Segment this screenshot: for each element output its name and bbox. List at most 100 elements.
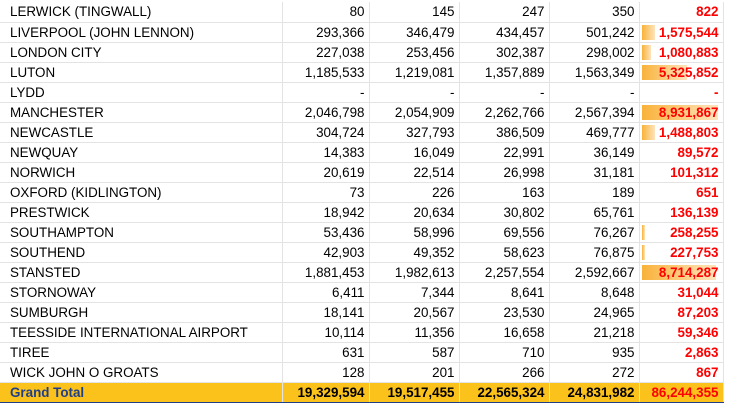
airport-name-cell[interactable]: LIVERPOOL (JOHN LENNON)	[0, 22, 283, 43]
table-row[interactable]: PRESTWICK 18,942 20,634 30,802 65,761 136,139	[0, 202, 724, 223]
value-cell-2[interactable]: 58,996	[369, 222, 460, 243]
value-cell-1[interactable]: 2,046,798	[282, 102, 370, 123]
airport-name-cell[interactable]: TIREE	[0, 342, 283, 363]
value-cell-4[interactable]: 501,242	[549, 22, 640, 43]
value-cell-1[interactable]: 1,881,453	[282, 262, 370, 283]
row-total-cell[interactable]: 89,572	[639, 142, 724, 163]
table-row[interactable]: LIVERPOOL (JOHN LENNON) 293,366 346,479 434…	[0, 22, 724, 43]
value-cell-4[interactable]: 8,648	[549, 282, 640, 303]
value-cell-2[interactable]: 7,344	[369, 282, 460, 303]
table-row[interactable]: SUMBURGH 18,141 20,567 23,530 24,965 87,203	[0, 302, 724, 323]
value-cell-1[interactable]: 10,114	[282, 322, 370, 343]
row-total-cell[interactable]: 867	[639, 362, 724, 383]
value-cell-2[interactable]: 145	[369, 2, 460, 23]
value-cell-2[interactable]: -	[369, 82, 460, 103]
value-cell-4[interactable]: 36,149	[549, 142, 640, 163]
value-cell-3[interactable]: 58,623	[459, 242, 550, 263]
value-cell-3[interactable]: -	[459, 82, 550, 103]
value-cell-3[interactable]: 8,641	[459, 282, 550, 303]
value-cell-3[interactable]: 30,802	[459, 202, 550, 223]
value-cell-2[interactable]: 22,514	[369, 162, 460, 183]
value-cell-1[interactable]: 6,411	[282, 282, 370, 303]
table-row[interactable]: SOUTHEND 42,903 49,352 58,623 76,875 227,753	[0, 242, 724, 263]
value-cell-4[interactable]: 2,592,667	[549, 262, 640, 283]
grand-total-row[interactable]: Grand Total 19,329,594 19,517,455 22,565,32…	[0, 381, 724, 403]
airport-name-cell[interactable]: OXFORD (KIDLINGTON)	[0, 182, 283, 203]
value-cell-4[interactable]: 935	[549, 342, 640, 363]
value-cell-4[interactable]: 31,181	[549, 162, 640, 183]
value-cell-1[interactable]: 42,903	[282, 242, 370, 263]
value-cell-3[interactable]: 163	[459, 182, 550, 203]
row-total-cell[interactable]: 136,139	[639, 202, 724, 223]
row-total-cell[interactable]: 101,312	[639, 162, 724, 183]
value-cell-1[interactable]: 80	[282, 2, 370, 23]
row-total-cell[interactable]: 227,753	[639, 242, 724, 263]
table-row[interactable]: TIREE 631 587 710 935 2,863	[0, 342, 724, 363]
airport-name-cell[interactable]: LONDON CITY	[0, 42, 283, 63]
value-cell-4[interactable]: -	[549, 82, 640, 103]
value-cell-3[interactable]: 1,357,889	[459, 62, 550, 83]
value-cell-2[interactable]: 226	[369, 182, 460, 203]
airport-name-cell[interactable]: TEESSIDE INTERNATIONAL AIRPORT	[0, 322, 283, 343]
table-row[interactable]: WICK JOHN O GROATS 128 201 266 272 867	[0, 362, 724, 383]
value-cell-3[interactable]: 69,556	[459, 222, 550, 243]
value-cell-2[interactable]: 11,356	[369, 322, 460, 343]
value-cell-1[interactable]: 631	[282, 342, 370, 363]
value-cell-3[interactable]: 434,457	[459, 22, 550, 43]
row-total-cell[interactable]: 31,044	[639, 282, 724, 303]
grand-total-value[interactable]: 86,244,355	[639, 381, 724, 403]
value-cell-4[interactable]: 189	[549, 182, 640, 203]
value-cell-4[interactable]: 65,761	[549, 202, 640, 223]
value-cell-1[interactable]: 227,038	[282, 42, 370, 63]
value-cell-4[interactable]: 76,267	[549, 222, 640, 243]
airport-name-cell[interactable]: SUMBURGH	[0, 302, 283, 323]
value-cell-2[interactable]: 201	[369, 362, 460, 383]
row-total-cell[interactable]: 258,255	[639, 222, 724, 243]
value-cell-2[interactable]: 20,634	[369, 202, 460, 223]
value-cell-3[interactable]: 266	[459, 362, 550, 383]
value-cell-3[interactable]: 2,262,766	[459, 102, 550, 123]
value-cell-1[interactable]: 1,185,533	[282, 62, 370, 83]
value-cell-2[interactable]: 1,982,613	[369, 262, 460, 283]
value-cell-4[interactable]: 24,831,982	[549, 381, 640, 403]
airport-name-cell[interactable]: STORNOWAY	[0, 282, 283, 303]
airport-name-cell[interactable]: SOUTHEND	[0, 242, 283, 263]
row-total-cell[interactable]: 651	[639, 182, 724, 203]
value-cell-3[interactable]: 26,998	[459, 162, 550, 183]
row-total-cell[interactable]: 1,080,883	[639, 42, 724, 63]
value-cell-2[interactable]: 20,567	[369, 302, 460, 323]
airport-name-cell[interactable]: LERWICK (TINGWALL)	[0, 2, 283, 23]
value-cell-2[interactable]: 2,054,909	[369, 102, 460, 123]
airport-name-cell[interactable]: LYDD	[0, 82, 283, 103]
table-row[interactable]: NEWCASTLE 304,724 327,793 386,509 469,777 1,4…	[0, 122, 724, 143]
value-cell-4[interactable]: 2,567,394	[549, 102, 640, 123]
grand-total-label[interactable]: Grand Total	[0, 381, 283, 403]
value-cell-4[interactable]: 469,777	[549, 122, 640, 143]
value-cell-1[interactable]: 128	[282, 362, 370, 383]
value-cell-1[interactable]: 293,366	[282, 22, 370, 43]
value-cell-3[interactable]: 23,530	[459, 302, 550, 323]
airport-name-cell[interactable]: NEWCASTLE	[0, 122, 283, 143]
value-cell-4[interactable]: 272	[549, 362, 640, 383]
row-total-cell[interactable]: -	[639, 82, 724, 103]
airport-name-cell[interactable]: WICK JOHN O GROATS	[0, 362, 283, 383]
value-cell-3[interactable]: 2,257,554	[459, 262, 550, 283]
value-cell-4[interactable]: 76,875	[549, 242, 640, 263]
value-cell-3[interactable]: 22,991	[459, 142, 550, 163]
value-cell-1[interactable]: 19,329,594	[282, 381, 370, 403]
table-row[interactable]: TEESSIDE INTERNATIONAL AIRPORT 10,114 11,3…	[0, 322, 724, 343]
value-cell-1[interactable]: -	[282, 82, 370, 103]
row-total-cell[interactable]: 87,203	[639, 302, 724, 323]
airport-name-cell[interactable]: STANSTED	[0, 262, 283, 283]
value-cell-4[interactable]: 298,002	[549, 42, 640, 63]
airport-name-cell[interactable]: MANCHESTER	[0, 102, 283, 123]
value-cell-1[interactable]: 18,942	[282, 202, 370, 223]
value-cell-2[interactable]: 327,793	[369, 122, 460, 143]
value-cell-4[interactable]: 1,563,349	[549, 62, 640, 83]
table-row[interactable]: NEWQUAY 14,383 16,049 22,991 36,149 89,572	[0, 142, 724, 163]
value-cell-2[interactable]: 253,456	[369, 42, 460, 63]
table-row[interactable]: LERWICK (TINGWALL) 80 145 247 350 822	[0, 2, 724, 23]
value-cell-1[interactable]: 20,619	[282, 162, 370, 183]
value-cell-2[interactable]: 16,049	[369, 142, 460, 163]
value-cell-1[interactable]: 53,436	[282, 222, 370, 243]
